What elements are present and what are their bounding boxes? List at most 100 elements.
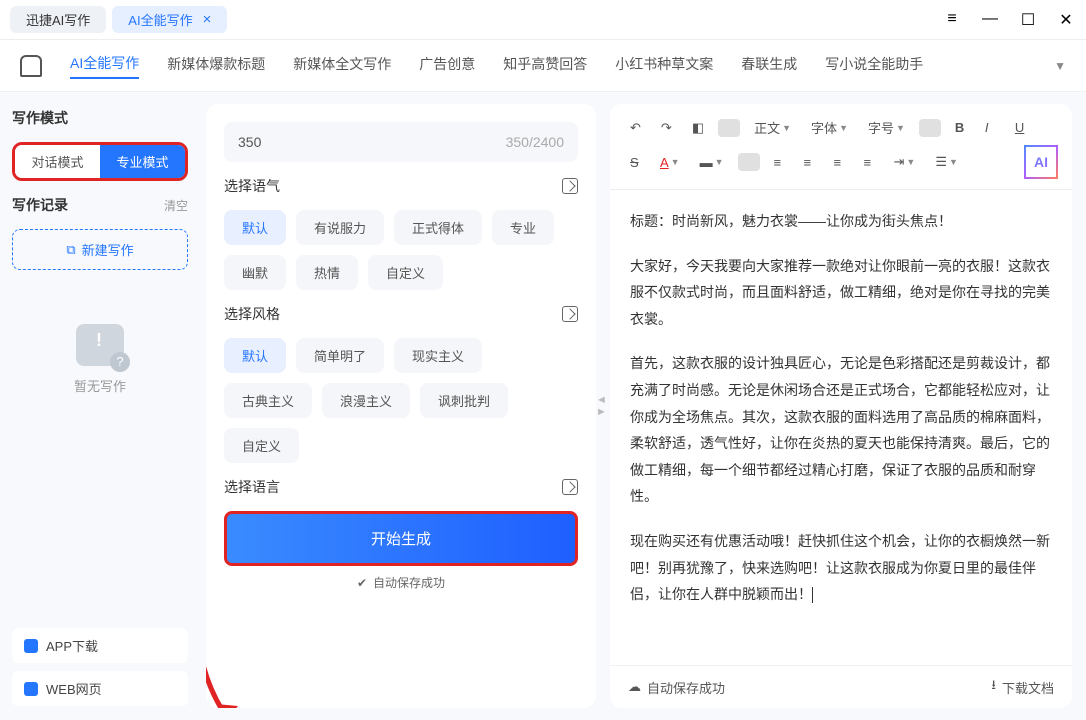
content-p4: 现在购买还有优惠活动哦！赶快抓住这个机会，让你的衣橱焕然一新吧！别再犹豫了，快来… [630,528,1052,608]
generate-button[interactable]: 开始生成 [224,511,578,566]
current-tab[interactable]: AI全能写作 × [112,6,227,33]
editor: ↶ ↷ ◧ 正文▼ 字体▼ 字号▼ B I U S A▼ ▬▼ ≡ ≡ ≡ ≡ … [610,104,1072,708]
align-justify-icon[interactable]: ≡ [858,151,880,174]
category-nav: AI全能写作 新媒体爆款标题 新媒体全文写作 广告创意 知乎高赞回答 小红书种草… [0,40,1086,92]
history-title: 写作记录 [12,195,68,215]
home-icon[interactable] [20,55,42,77]
mode-pro-button[interactable]: 专业模式 [100,145,185,178]
bold-icon[interactable]: B [949,116,971,139]
text-cursor [812,587,813,603]
paragraph-select[interactable]: 正文▼ [748,114,797,141]
tone-chip-2[interactable]: 正式得体 [394,210,482,245]
menu-icon[interactable]: ≡ [942,10,962,30]
tone-chip-3[interactable]: 专业 [492,210,554,245]
lang-header: 选择语言 [224,477,578,497]
tone-chip-1[interactable]: 有说服力 [296,210,384,245]
window-controls: ≡ — ☐ ✕ [942,10,1076,30]
web-link[interactable]: WEB网页 [12,671,188,706]
char-count-value: 350 [238,134,261,150]
style-chip-1[interactable]: 简单明了 [296,338,384,373]
download-icon: ⭳ [991,676,996,698]
underline-icon[interactable]: U [1009,116,1031,139]
align-right-icon[interactable]: ≡ [828,151,850,174]
strike-icon[interactable]: S [624,151,646,174]
font-color-icon[interactable]: A▼ [654,151,686,174]
undo-icon[interactable]: ↶ [624,116,647,140]
nav-item-6[interactable]: 春联生成 [741,54,797,78]
ai-button[interactable]: AI [1024,145,1058,179]
align-left-icon[interactable]: ≡ [768,151,790,174]
edit-tone-icon[interactable] [562,178,578,194]
font-select[interactable]: 字体▼ [805,114,854,141]
redo-icon[interactable]: ↷ [655,116,678,140]
eraser-icon[interactable]: ◧ [686,116,710,140]
style-chips: 默认 简单明了 现实主义 古典主义 浪漫主义 讽刺批判 自定义 [224,338,578,463]
nav-item-4[interactable]: 知乎高赞回答 [503,54,587,78]
highlight-icon[interactable]: ▬▼ [694,151,730,174]
editor-content[interactable]: 标题：时尚新风，魅力衣裳——让你成为街头焦点！ 大家好，今天我要向大家推荐一款绝… [610,190,1072,665]
main-area: 写作模式 对话模式 专业模式 写作记录 清空 ⧉ 新建写作 ? 暂无写作 APP… [0,92,1086,720]
autosave-status: ☁ 自动保存成功 [628,676,725,698]
tone-header: 选择语气 [224,176,578,196]
panel-autosave: ✔ 自动保存成功 [224,574,578,591]
style-chip-2[interactable]: 现实主义 [394,338,482,373]
app-name-tab: 迅捷AI写作 [10,6,106,33]
web-icon [24,682,38,696]
tone-chips: 默认 有说服力 正式得体 专业 幽默 热情 自定义 [224,210,578,290]
nav-item-3[interactable]: 广告创意 [419,54,475,78]
close-window-icon[interactable]: ✕ [1056,10,1076,30]
tone-title: 选择语气 [224,176,280,196]
mode-title: 写作模式 [12,108,188,128]
check-icon: ✔ [357,576,367,590]
list-icon[interactable]: ☰▼ [929,150,964,174]
char-count-max: 350/2400 [506,134,564,150]
app-download-link[interactable]: APP下载 [12,628,188,663]
app-download-label: APP下载 [46,636,98,655]
mode-dialog-button[interactable]: 对话模式 [15,145,100,178]
content-p2: 大家好，今天我要向大家推荐一款绝对让你眼前一亮的衣服！这款衣服不仅款式时尚，而且… [630,253,1052,333]
phone-icon [24,639,38,653]
indent-icon[interactable]: ⇥▼ [888,150,922,174]
maximize-icon[interactable]: ☐ [1018,10,1038,30]
options-panel: 350 350/2400 选择语气 默认 有说服力 正式得体 专业 幽默 热情 … [206,104,596,708]
close-tab-icon[interactable]: × [203,11,212,28]
italic-icon[interactable]: I [979,116,1001,139]
download-button[interactable]: ⭳ 下载文档 [991,676,1054,698]
size-select[interactable]: 字号▼ [862,114,911,141]
panel-autosave-label: 自动保存成功 [373,574,445,591]
minimize-icon[interactable]: — [980,10,1000,30]
separator [919,119,941,137]
nav-item-0[interactable]: AI全能写作 [70,53,139,79]
editor-footer: ☁ 自动保存成功 ⭳ 下载文档 [610,665,1072,708]
content-p3: 首先，这款衣服的设计独具匠心，无论是色彩搭配还是剪裁设计，都充满了时尚感。无论是… [630,350,1052,510]
new-writing-label: 新建写作 [82,240,134,259]
align-center-icon[interactable]: ≡ [798,151,820,174]
nav-item-7[interactable]: 写小说全能助手 [825,54,923,78]
autosave-label: 自动保存成功 [647,678,725,697]
lang-title: 选择语言 [224,477,280,497]
tone-chip-5[interactable]: 热情 [296,255,358,290]
edit-lang-icon[interactable] [562,479,578,495]
style-chip-6[interactable]: 自定义 [224,428,299,463]
style-chip-0[interactable]: 默认 [224,338,286,373]
titlebar: 迅捷AI写作 AI全能写作 × ≡ — ☐ ✕ [0,0,1086,40]
nav-item-1[interactable]: 新媒体爆款标题 [167,54,265,78]
tone-chip-0[interactable]: 默认 [224,210,286,245]
clear-history-button[interactable]: 清空 [164,197,188,214]
download-label: 下载文档 [1002,678,1054,697]
style-chip-3[interactable]: 古典主义 [224,383,312,418]
style-chip-5[interactable]: 讽刺批判 [420,383,508,418]
nav-more-icon[interactable]: ▼ [1054,59,1066,73]
new-writing-button[interactable]: ⧉ 新建写作 [12,229,188,270]
plus-icon: ⧉ [66,242,75,258]
style-chip-4[interactable]: 浪漫主义 [322,383,410,418]
style-header: 选择风格 [224,304,578,324]
nav-item-2[interactable]: 新媒体全文写作 [293,54,391,78]
tone-chip-6[interactable]: 自定义 [368,255,443,290]
nav-item-5[interactable]: 小红书种草文案 [615,54,713,78]
drag-handle[interactable]: ◄ ► [596,104,610,708]
tone-chip-4[interactable]: 幽默 [224,255,286,290]
char-count-box[interactable]: 350 350/2400 [224,122,578,162]
tab-label: AI全能写作 [128,10,192,29]
edit-style-icon[interactable] [562,306,578,322]
